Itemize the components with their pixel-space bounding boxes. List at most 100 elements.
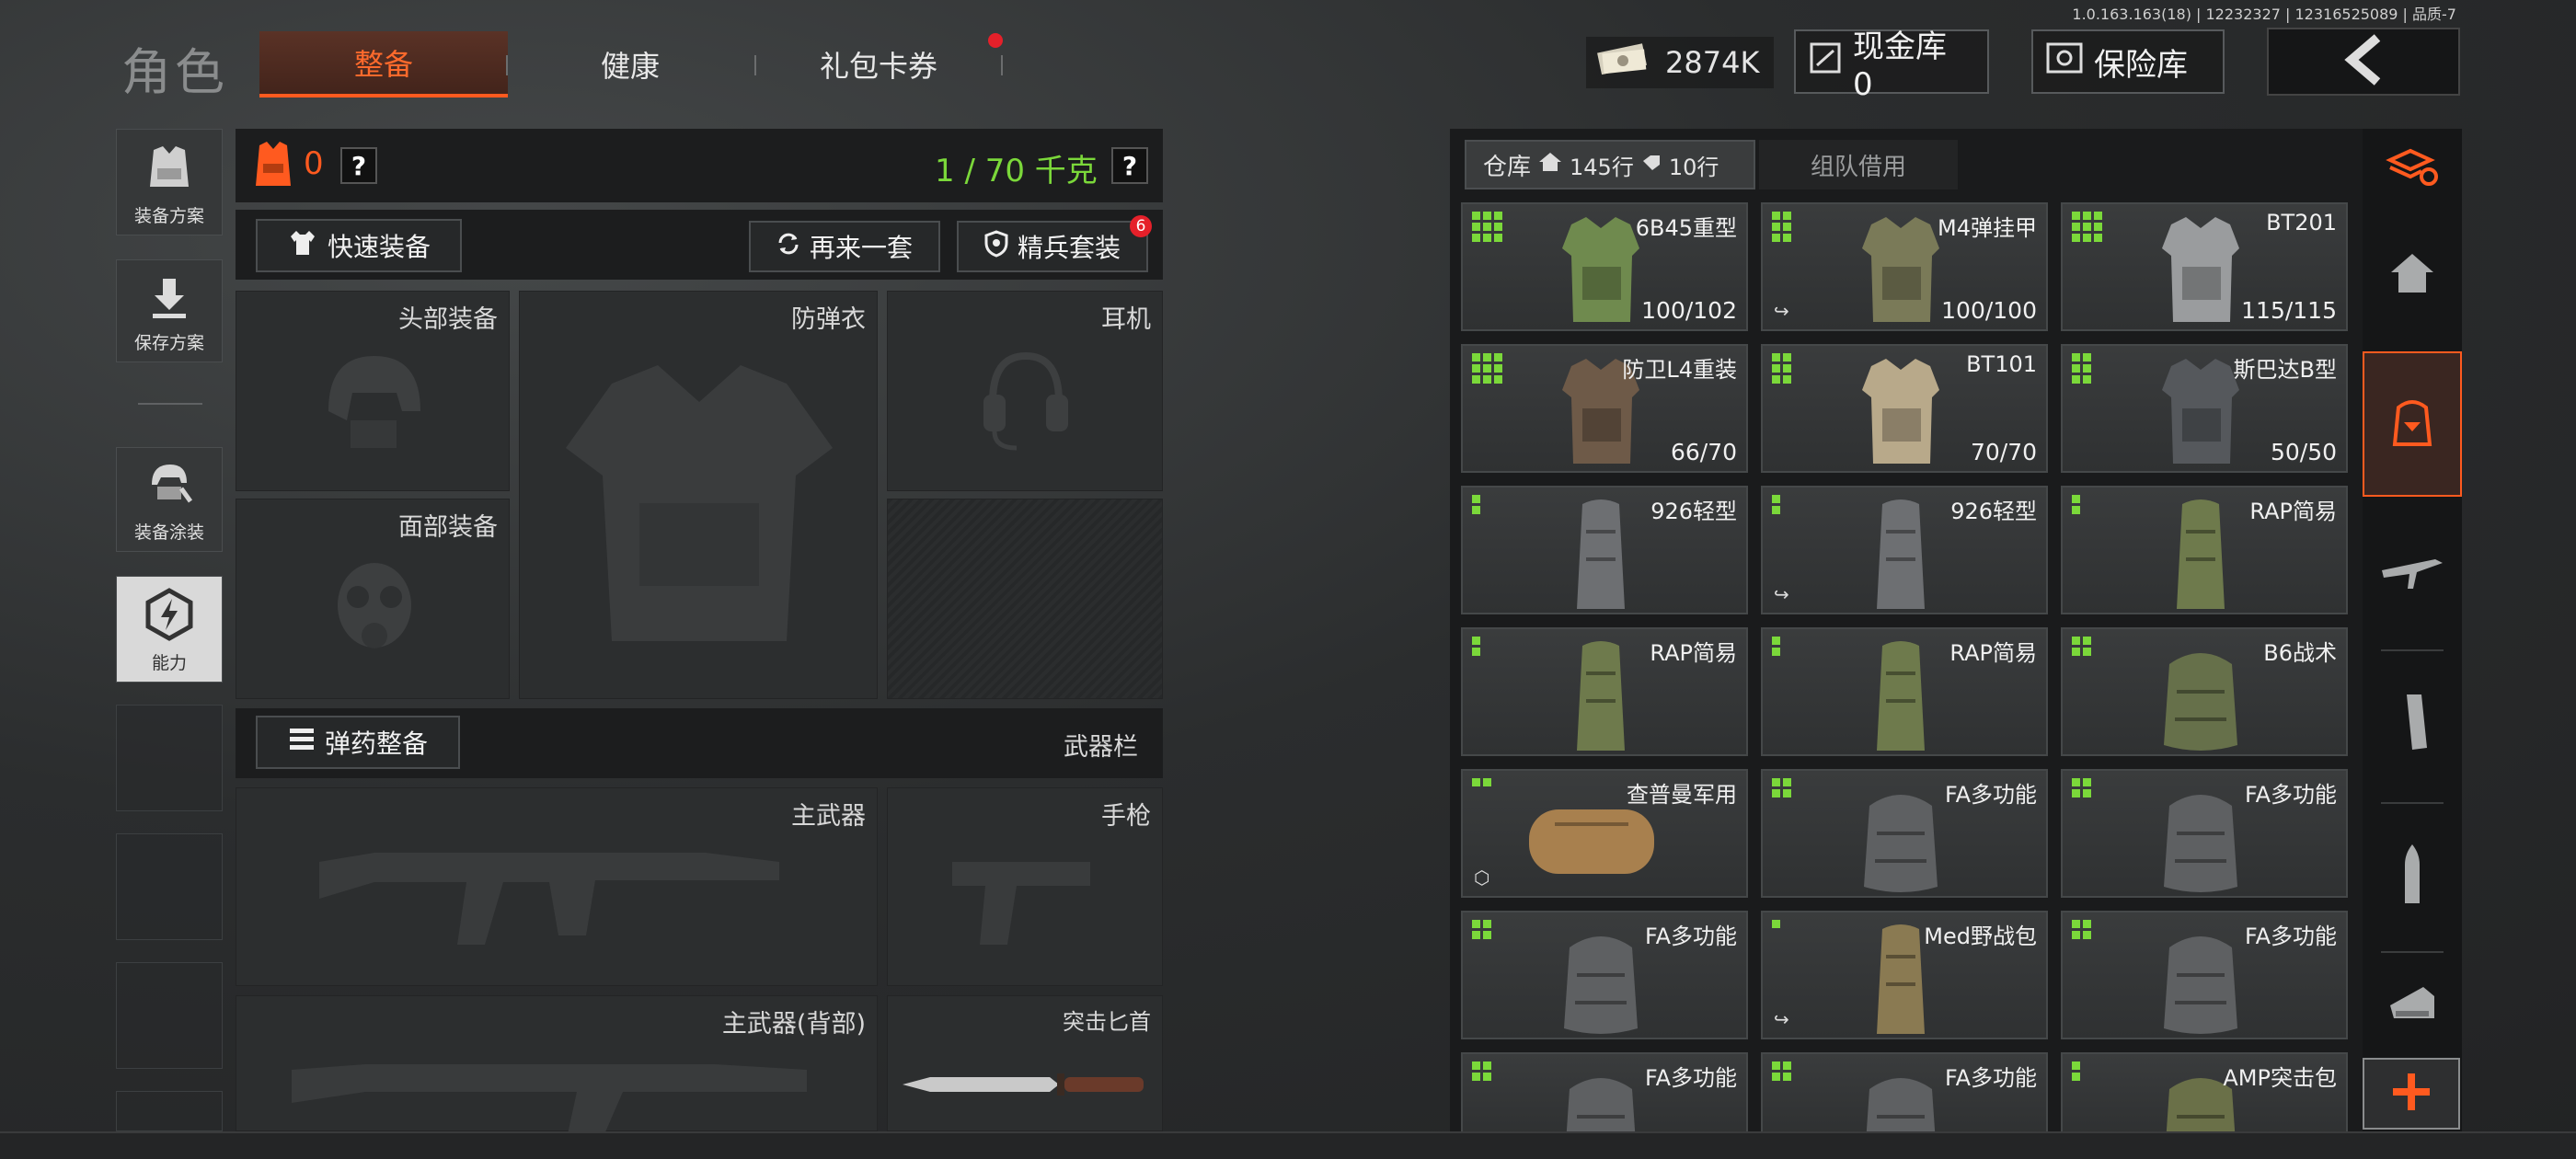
item-durability: 115/115 xyxy=(2241,297,2337,324)
tab-team-borrow[interactable]: 组队借用 xyxy=(1759,140,1958,189)
inventory-item[interactable]: BT201 115/115 xyxy=(2061,202,2348,331)
inventory-item[interactable]: RAP简易 xyxy=(2061,486,2348,614)
back-weapon-slot[interactable]: 主武器(背部) xyxy=(236,995,878,1134)
category-stack-refresh[interactable] xyxy=(2363,136,2462,202)
rifle-icon xyxy=(2380,552,2444,602)
inventory-item[interactable]: 926轻型 xyxy=(1461,486,1748,614)
inventory-item[interactable]: FA多功能 xyxy=(1761,1052,2048,1135)
vest-item-icon xyxy=(2155,212,2247,329)
capacity-grid-icon xyxy=(1772,212,1791,242)
category-home[interactable] xyxy=(2363,206,2462,344)
sidebar-empty-slot xyxy=(116,833,223,940)
moved-in-icon: ↪ xyxy=(1774,583,1789,605)
inventory-item[interactable]: M4弹挂甲 100/100 ↪ xyxy=(1761,202,2048,331)
capacity-grid-icon xyxy=(1472,778,1491,786)
tab-warehouse[interactable]: 仓库 145行 10行 xyxy=(1465,140,1755,189)
safe-box-button[interactable]: 保险库 xyxy=(2031,29,2225,94)
tag-icon xyxy=(1641,151,1662,178)
item-name: FA多功能 xyxy=(1944,782,2037,808)
sidebar-item-save[interactable]: 保存方案 xyxy=(116,259,223,362)
pistol-slot[interactable]: 手枪 xyxy=(887,787,1163,986)
inventory-item[interactable]: RAP简易 xyxy=(1761,627,2048,756)
inventory-item[interactable]: FA多功能 xyxy=(1461,911,1748,1039)
back-button[interactable] xyxy=(2267,28,2460,96)
face-slot[interactable]: 面部装备 xyxy=(236,499,510,699)
team-borrow-label: 组队借用 xyxy=(1810,153,1906,181)
cash-icon xyxy=(1595,40,1650,85)
bag-item-icon xyxy=(2155,778,2247,896)
helmet-icon xyxy=(328,356,420,448)
quick-equip-button[interactable]: 快速装备 xyxy=(256,219,462,272)
weight-help-button[interactable]: ? xyxy=(1111,147,1148,184)
sidebar-empty-slot xyxy=(116,705,223,811)
bag-item-icon xyxy=(1855,778,1947,896)
version-info: 1.0.163.163(18) | 12232327 | 12316525089… xyxy=(2072,6,2456,23)
armor-count: 0 xyxy=(304,145,324,182)
bag-item-icon xyxy=(1555,1061,1647,1133)
item-name: B6战术 xyxy=(2263,640,2337,666)
ear-slot-label: 耳机 xyxy=(1101,305,1151,334)
tab-gifts[interactable]: 礼包卡券 xyxy=(754,31,1003,98)
item-name: FA多功能 xyxy=(1944,1065,2037,1091)
inventory-item[interactable]: 926轻型 ↪ xyxy=(1761,486,2048,614)
ammo-equip-button[interactable]: 弹药整备 xyxy=(256,716,460,769)
back-weapon-label: 主武器(背部) xyxy=(721,1010,866,1039)
sidebar-item-ability[interactable]: 能力 xyxy=(116,576,223,683)
category-divider xyxy=(2381,802,2444,804)
item-name: RAP简易 xyxy=(2249,499,2337,524)
pack-item-icon xyxy=(1855,495,1947,613)
inventory-item[interactable]: BT101 70/70 xyxy=(1761,344,2048,473)
inventory-item[interactable]: RAP简易 xyxy=(1461,627,1748,756)
inventory-item[interactable]: FA多功能 xyxy=(1461,1052,1748,1135)
cash-vault-button[interactable]: 现金库 0 xyxy=(1794,29,1989,103)
add-button[interactable] xyxy=(2363,1058,2460,1130)
tab-divider xyxy=(1001,55,1003,75)
main-weapon-slot[interactable]: 主武器 xyxy=(236,787,878,986)
item-name: FA多功能 xyxy=(2244,782,2337,808)
capacity-grid-icon xyxy=(1772,495,1780,514)
weight-value: 1 / 70 千克 xyxy=(935,153,1098,189)
bottom-bar xyxy=(0,1131,2576,1159)
elite-set-button[interactable]: 精兵套装 xyxy=(957,221,1148,272)
headset-icon xyxy=(983,351,1068,451)
capacity-grid-icon xyxy=(2072,212,2102,242)
inventory-item[interactable]: B6战术 xyxy=(2061,627,2348,756)
inventory-item[interactable]: Med野战包 ↪ xyxy=(1761,911,2048,1039)
inventory-item[interactable]: FA多功能 xyxy=(2061,911,2348,1039)
inventory-item[interactable]: 查普曼军用 ⬡ xyxy=(1461,769,1748,898)
ammo-equip-label: 弹药整备 xyxy=(324,729,428,759)
category-rifles[interactable] xyxy=(2363,508,2462,646)
bag-item-icon xyxy=(2155,637,2247,754)
tab-equip-label: 整备 xyxy=(353,47,413,82)
item-name: M4弹挂甲 xyxy=(1938,215,2037,241)
sidebar-item-plan[interactable]: 装备方案 xyxy=(116,129,223,235)
redo-set-button[interactable]: 再来一套 xyxy=(749,221,940,272)
inventory-item[interactable]: FA多功能 xyxy=(2061,769,2348,898)
category-gear[interactable] xyxy=(2363,351,2462,497)
inventory-item[interactable]: 6B45重型 100/102 xyxy=(1461,202,1748,331)
inventory-item[interactable]: 斯巴达B型 50/50 xyxy=(2061,344,2348,473)
bullet-icon xyxy=(2394,843,2431,911)
tab-health[interactable]: 健康 xyxy=(506,31,754,98)
head-slot-label: 头部装备 xyxy=(398,305,498,334)
weapon-bar-label: 武器栏 xyxy=(1064,733,1138,762)
knife-slot[interactable]: 突击匕首 xyxy=(887,995,1163,1131)
sidebar-item-paint[interactable]: 装备涂装 xyxy=(116,447,223,552)
ear-slot[interactable]: 耳机 xyxy=(887,291,1163,491)
backpack-orange-icon xyxy=(2389,395,2435,453)
item-name: FA多功能 xyxy=(2244,924,2337,949)
category-attachments[interactable] xyxy=(2363,957,2462,1049)
tab-equip[interactable]: 整备 xyxy=(259,31,508,98)
inventory-item[interactable]: AMP突击包 xyxy=(2061,1052,2348,1135)
safe-icon xyxy=(2046,42,2083,82)
inventory-item[interactable]: 防卫L4重装 66/70 xyxy=(1461,344,1748,473)
category-magazines[interactable] xyxy=(2363,655,2462,793)
vest-slot[interactable]: 防弹衣 xyxy=(519,291,878,699)
inventory-item[interactable]: FA多功能 xyxy=(1761,769,2048,898)
head-slot[interactable]: 头部装备 xyxy=(236,291,510,491)
quick-equip-label: 快速装备 xyxy=(327,232,431,262)
locked-slot xyxy=(887,499,1163,699)
elite-set-label: 精兵套装 xyxy=(1017,233,1121,263)
armor-help-button[interactable]: ? xyxy=(340,147,377,184)
category-ammo[interactable] xyxy=(2363,808,2462,946)
